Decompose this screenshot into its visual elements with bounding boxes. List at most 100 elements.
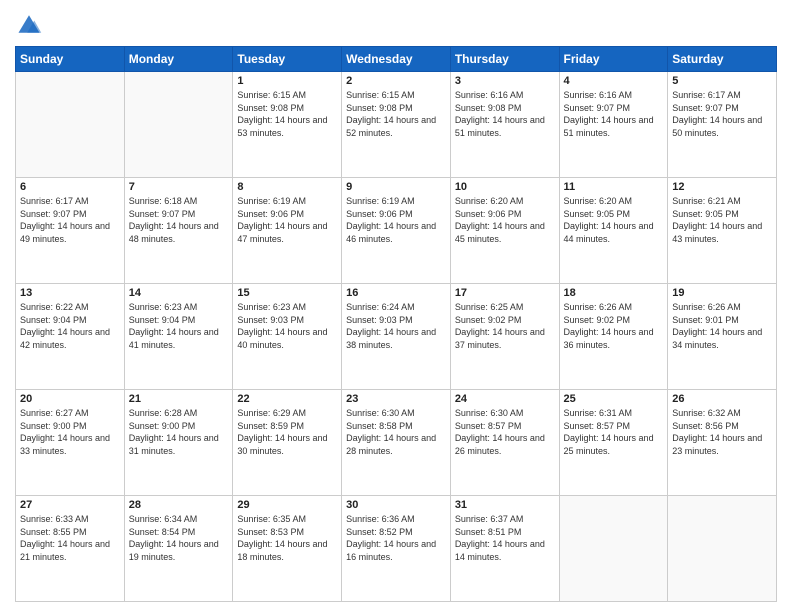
cell-info: Sunrise: 6:35 AMSunset: 8:53 PMDaylight:… [237, 513, 337, 563]
calendar-cell: 20Sunrise: 6:27 AMSunset: 9:00 PMDayligh… [16, 390, 125, 496]
calendar-cell: 10 Sunrise: 6:20 AMSunset: 9:06 PMDayligh… [450, 178, 559, 284]
calendar-header-tuesday: Tuesday [233, 47, 342, 72]
cell-info: Sunrise: 6:25 AMSunset: 9:02 PMDaylight:… [455, 301, 555, 351]
calendar-cell: 15 Sunrise: 6:23 AMSunset: 9:03 PMDayligh… [233, 284, 342, 390]
calendar-cell: 27 Sunrise: 6:33 AMSunset: 8:55 PMDayligh… [16, 496, 125, 602]
calendar-cell: 29 Sunrise: 6:35 AMSunset: 8:53 PMDayligh… [233, 496, 342, 602]
cell-info: Sunrise: 6:33 AMSunset: 8:55 PMDaylight:… [20, 513, 120, 563]
calendar-header-monday: Monday [124, 47, 233, 72]
day-number: 26 [672, 393, 772, 405]
day-number: 11 [564, 181, 664, 193]
day-number: 12 [672, 181, 772, 193]
calendar-cell: 6 Sunrise: 6:17 AMSunset: 9:07 PMDaylight… [16, 178, 125, 284]
day-number: 8 [237, 181, 337, 193]
cell-info: Sunrise: 6:37 AMSunset: 8:51 PMDaylight:… [455, 513, 555, 563]
calendar-cell [668, 496, 777, 602]
calendar-table: SundayMondayTuesdayWednesdayThursdayFrid… [15, 46, 777, 602]
calendar-week-4: 27 Sunrise: 6:33 AMSunset: 8:55 PMDayligh… [16, 496, 777, 602]
day-number: 10 [455, 181, 555, 193]
cell-info: Sunrise: 6:30 AMSunset: 8:57 PMDaylight:… [455, 407, 555, 457]
cell-info: Sunrise: 6:23 AMSunset: 9:03 PMDaylight:… [237, 301, 337, 351]
day-number: 31 [455, 499, 555, 511]
day-number: 5 [672, 75, 772, 87]
calendar-cell [559, 496, 668, 602]
cell-info: Sunrise: 6:26 AMSunset: 9:01 PMDaylight:… [672, 301, 772, 351]
day-number: 25 [564, 393, 664, 405]
calendar-cell: 4 Sunrise: 6:16 AMSunset: 9:07 PMDaylight… [559, 72, 668, 178]
cell-info: Sunrise: 6:36 AMSunset: 8:52 PMDaylight:… [346, 513, 446, 563]
calendar-cell [16, 72, 125, 178]
day-number: 22 [237, 393, 337, 405]
calendar-cell: 11 Sunrise: 6:20 AMSunset: 9:05 PMDayligh… [559, 178, 668, 284]
cell-info: Sunrise: 6:32 AMSunset: 8:56 PMDaylight:… [672, 407, 772, 457]
cell-info: Sunrise: 6:17 AMSunset: 9:07 PMDaylight:… [672, 89, 772, 139]
calendar-week-2: 13Sunrise: 6:22 AMSunset: 9:04 PMDayligh… [16, 284, 777, 390]
calendar-cell [124, 72, 233, 178]
calendar-cell: 25Sunrise: 6:31 AMSunset: 8:57 PMDayligh… [559, 390, 668, 496]
calendar-cell: 30 Sunrise: 6:36 AMSunset: 8:52 PMDayligh… [342, 496, 451, 602]
calendar-cell: 13Sunrise: 6:22 AMSunset: 9:04 PMDayligh… [16, 284, 125, 390]
calendar-cell: 3Sunrise: 6:16 AMSunset: 9:08 PMDaylight… [450, 72, 559, 178]
calendar-cell: 12 Sunrise: 6:21 AMSunset: 9:05 PMDayligh… [668, 178, 777, 284]
cell-info: Sunrise: 6:23 AMSunset: 9:04 PMDaylight:… [129, 301, 229, 351]
day-number: 14 [129, 287, 229, 299]
header [15, 10, 777, 38]
calendar-cell: 16 Sunrise: 6:24 AMSunset: 9:03 PMDayligh… [342, 284, 451, 390]
logo-icon [15, 10, 43, 38]
day-number: 23 [346, 393, 446, 405]
day-number: 19 [672, 287, 772, 299]
day-number: 15 [237, 287, 337, 299]
day-number: 4 [564, 75, 664, 87]
calendar-header-sunday: Sunday [16, 47, 125, 72]
calendar-cell: 17Sunrise: 6:25 AMSunset: 9:02 PMDayligh… [450, 284, 559, 390]
calendar-cell: 1 Sunrise: 6:15 AMSunset: 9:08 PMDaylight… [233, 72, 342, 178]
day-number: 16 [346, 287, 446, 299]
day-number: 30 [346, 499, 446, 511]
calendar-cell: 24 Sunrise: 6:30 AMSunset: 8:57 PMDayligh… [450, 390, 559, 496]
day-number: 9 [346, 181, 446, 193]
day-number: 6 [20, 181, 120, 193]
cell-info: Sunrise: 6:21 AMSunset: 9:05 PMDaylight:… [672, 195, 772, 245]
cell-info: Sunrise: 6:18 AMSunset: 9:07 PMDaylight:… [129, 195, 229, 245]
cell-info: Sunrise: 6:15 AMSunset: 9:08 PMDaylight:… [237, 89, 337, 139]
calendar-cell: 5 Sunrise: 6:17 AMSunset: 9:07 PMDaylight… [668, 72, 777, 178]
day-number: 3 [455, 75, 555, 87]
calendar-header-thursday: Thursday [450, 47, 559, 72]
cell-info: Sunrise: 6:19 AMSunset: 9:06 PMDaylight:… [237, 195, 337, 245]
calendar-header-saturday: Saturday [668, 47, 777, 72]
calendar-cell: 28Sunrise: 6:34 AMSunset: 8:54 PMDayligh… [124, 496, 233, 602]
calendar-cell: 9 Sunrise: 6:19 AMSunset: 9:06 PMDaylight… [342, 178, 451, 284]
logo [15, 10, 47, 38]
calendar-cell: 14 Sunrise: 6:23 AMSunset: 9:04 PMDayligh… [124, 284, 233, 390]
day-number: 7 [129, 181, 229, 193]
calendar-cell: 21 Sunrise: 6:28 AMSunset: 9:00 PMDayligh… [124, 390, 233, 496]
day-number: 21 [129, 393, 229, 405]
cell-info: Sunrise: 6:20 AMSunset: 9:06 PMDaylight:… [455, 195, 555, 245]
calendar-week-3: 20Sunrise: 6:27 AMSunset: 9:00 PMDayligh… [16, 390, 777, 496]
calendar-cell: 18Sunrise: 6:26 AMSunset: 9:02 PMDayligh… [559, 284, 668, 390]
calendar-cell: 8 Sunrise: 6:19 AMSunset: 9:06 PMDaylight… [233, 178, 342, 284]
calendar-header-row: SundayMondayTuesdayWednesdayThursdayFrid… [16, 47, 777, 72]
page: SundayMondayTuesdayWednesdayThursdayFrid… [0, 0, 792, 612]
calendar-cell: 31 Sunrise: 6:37 AMSunset: 8:51 PMDayligh… [450, 496, 559, 602]
calendar-cell: 22 Sunrise: 6:29 AMSunset: 8:59 PMDayligh… [233, 390, 342, 496]
day-number: 1 [237, 75, 337, 87]
calendar-cell: 19 Sunrise: 6:26 AMSunset: 9:01 PMDayligh… [668, 284, 777, 390]
cell-info: Sunrise: 6:29 AMSunset: 8:59 PMDaylight:… [237, 407, 337, 457]
day-number: 27 [20, 499, 120, 511]
cell-info: Sunrise: 6:15 AMSunset: 9:08 PMDaylight:… [346, 89, 446, 139]
calendar-week-0: 1 Sunrise: 6:15 AMSunset: 9:08 PMDaylight… [16, 72, 777, 178]
cell-info: Sunrise: 6:24 AMSunset: 9:03 PMDaylight:… [346, 301, 446, 351]
cell-info: Sunrise: 6:16 AMSunset: 9:07 PMDaylight:… [564, 89, 664, 139]
cell-info: Sunrise: 6:27 AMSunset: 9:00 PMDaylight:… [20, 407, 120, 457]
cell-info: Sunrise: 6:28 AMSunset: 9:00 PMDaylight:… [129, 407, 229, 457]
day-number: 29 [237, 499, 337, 511]
day-number: 24 [455, 393, 555, 405]
cell-info: Sunrise: 6:19 AMSunset: 9:06 PMDaylight:… [346, 195, 446, 245]
calendar-week-1: 6 Sunrise: 6:17 AMSunset: 9:07 PMDaylight… [16, 178, 777, 284]
cell-info: Sunrise: 6:20 AMSunset: 9:05 PMDaylight:… [564, 195, 664, 245]
calendar-cell: 26 Sunrise: 6:32 AMSunset: 8:56 PMDayligh… [668, 390, 777, 496]
cell-info: Sunrise: 6:26 AMSunset: 9:02 PMDaylight:… [564, 301, 664, 351]
calendar-header-friday: Friday [559, 47, 668, 72]
cell-info: Sunrise: 6:17 AMSunset: 9:07 PMDaylight:… [20, 195, 120, 245]
